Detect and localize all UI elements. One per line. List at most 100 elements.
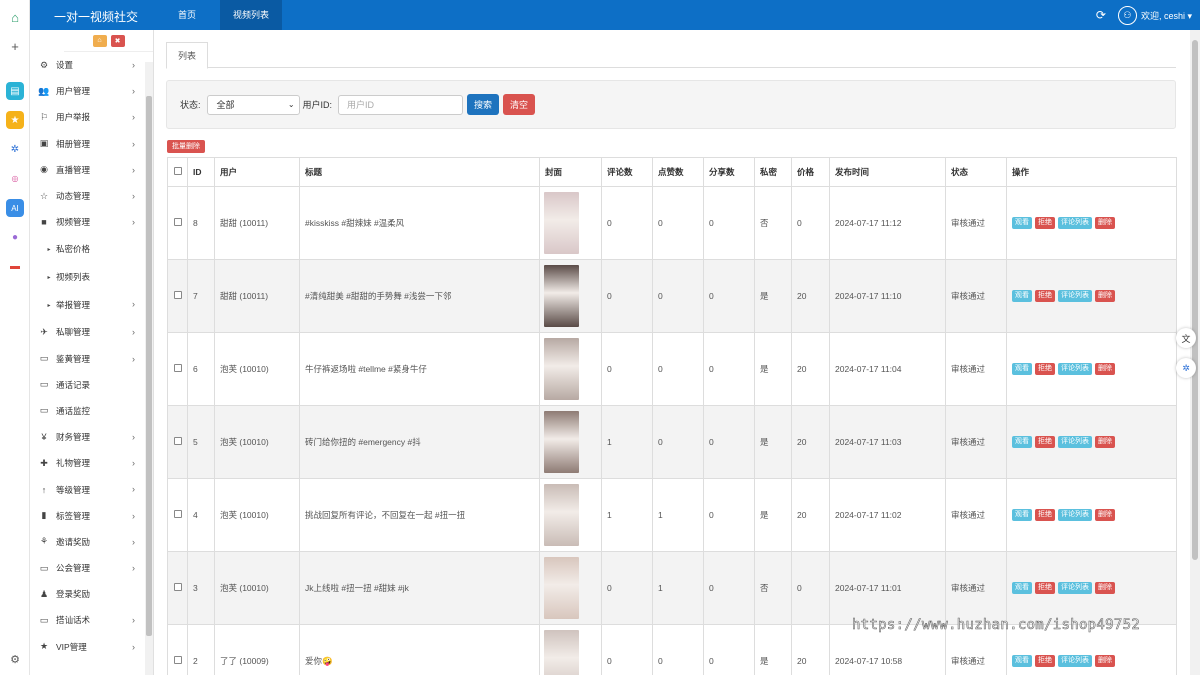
view-button[interactable]: 观看 xyxy=(1012,582,1032,594)
cover-thumbnail[interactable] xyxy=(544,192,579,254)
view-button[interactable]: 观看 xyxy=(1012,363,1032,375)
sidebar-item-12[interactable]: ▭ 通话记录 xyxy=(30,372,153,398)
batch-delete-button[interactable]: 批量删除 xyxy=(167,140,205,153)
cover-thumbnail[interactable] xyxy=(544,630,579,675)
delete-button[interactable]: 删除 xyxy=(1095,363,1115,375)
ai-circle-app-icon[interactable]: ◎ xyxy=(6,169,24,187)
settings-icon[interactable]: ⚙ xyxy=(6,650,24,668)
sidebar-item-0[interactable]: ⚙ 设置 › xyxy=(30,52,153,78)
plus-icon[interactable]: + xyxy=(6,37,24,55)
row-select-cell[interactable] xyxy=(167,259,188,333)
sidebar-item-20[interactable]: ♟ 登录奖励 xyxy=(30,581,153,607)
reject-button[interactable]: 拒绝 xyxy=(1035,363,1055,375)
sidebar-item-19[interactable]: ▭ 公会管理 › xyxy=(30,555,153,581)
cover-thumbnail[interactable] xyxy=(544,265,579,327)
row-select-cell[interactable] xyxy=(167,624,188,675)
cover-thumbnail[interactable] xyxy=(544,411,579,473)
sidebar-item-10[interactable]: ✈ 私聊管理 › xyxy=(30,319,153,345)
chat-app-icon[interactable]: ● xyxy=(6,228,24,246)
sidebar-item-3[interactable]: ▣ 相册管理 › xyxy=(30,131,153,157)
sidebar-item-14[interactable]: ¥ 财务管理 › xyxy=(30,424,153,450)
sidebar-item-2[interactable]: ⚐ 用户举报 › xyxy=(30,104,153,130)
delete-button[interactable]: 删除 xyxy=(1095,436,1115,448)
view-button[interactable]: 观看 xyxy=(1012,509,1032,521)
delete-button[interactable]: 删除 xyxy=(1095,509,1115,521)
comment-list-button[interactable]: 评论列表 xyxy=(1058,582,1092,594)
reject-button[interactable]: 拒绝 xyxy=(1035,582,1055,594)
comment-list-button[interactable]: 评论列表 xyxy=(1058,655,1092,667)
delete-button[interactable]: 删除 xyxy=(1095,655,1115,667)
reject-button[interactable]: 拒绝 xyxy=(1035,217,1055,229)
comment-list-button[interactable]: 评论列表 xyxy=(1058,290,1092,302)
view-button[interactable]: 观看 xyxy=(1012,290,1032,302)
page-scroll-thumb[interactable] xyxy=(1192,40,1198,560)
row-checkbox[interactable] xyxy=(173,656,182,664)
row-select-cell[interactable] xyxy=(167,478,188,552)
sidebar-item-4[interactable]: ◉ 直播管理 › xyxy=(30,157,153,183)
row-select-cell[interactable] xyxy=(167,186,188,260)
sidebar-item-11[interactable]: ▭ 鉴黄管理 › xyxy=(30,346,153,372)
select-all-header[interactable] xyxy=(167,157,188,187)
comment-list-button[interactable]: 评论列表 xyxy=(1058,436,1092,448)
comment-list-button[interactable]: 评论列表 xyxy=(1058,363,1092,375)
view-button[interactable]: 观看 xyxy=(1012,436,1032,448)
nav-video-list[interactable]: 视频列表 xyxy=(220,0,283,30)
sidebar-item-17[interactable]: ▮ 标签管理 › xyxy=(30,503,153,529)
cover-thumbnail[interactable] xyxy=(544,338,579,400)
row-checkbox[interactable] xyxy=(173,583,182,591)
avatar[interactable]: ⚇ xyxy=(1117,5,1137,25)
delete-shortcut-button[interactable]: ✖ xyxy=(110,34,125,47)
sidebar-item-8[interactable]: ▸ 视频列表 xyxy=(30,263,153,291)
network-app-icon[interactable]: ✲ xyxy=(6,140,24,158)
refresh-icon[interactable]: ⟳ xyxy=(1096,8,1106,22)
cover-thumbnail[interactable] xyxy=(544,557,579,619)
search-button[interactable]: 搜索 xyxy=(467,94,500,115)
sidebar-item-13[interactable]: ▭ 通话监控 xyxy=(30,398,153,424)
view-button[interactable]: 观看 xyxy=(1012,217,1032,229)
page-scrollbar[interactable] xyxy=(1190,30,1200,675)
sidebar-item-7[interactable]: ▸ 私密价格 xyxy=(30,235,153,263)
reject-button[interactable]: 拒绝 xyxy=(1035,655,1055,667)
sidebar-item-1[interactable]: 👥 用户管理 › xyxy=(30,78,153,104)
row-checkbox[interactable] xyxy=(173,437,182,445)
row-checkbox[interactable] xyxy=(173,510,182,518)
sidebar-item-5[interactable]: ☆ 动态管理 › xyxy=(30,183,153,209)
app-icon-1[interactable]: ▤ xyxy=(6,82,24,100)
welcome-text[interactable]: 欢迎, ceshi ▾ xyxy=(1141,9,1192,22)
row-select-cell[interactable] xyxy=(167,405,188,479)
uid-input[interactable]: 用户ID xyxy=(338,94,464,115)
row-checkbox[interactable] xyxy=(173,218,182,226)
cover-thumbnail[interactable] xyxy=(544,484,579,546)
translate-icon[interactable]: 文 xyxy=(1176,328,1196,348)
network-float-icon[interactable]: ✲ xyxy=(1176,358,1196,378)
delete-button[interactable]: 删除 xyxy=(1095,217,1115,229)
sidebar-item-6[interactable]: ■ 视频管理 › xyxy=(30,209,153,235)
tab-list[interactable]: 列表 xyxy=(166,42,209,69)
reject-button[interactable]: 拒绝 xyxy=(1035,509,1055,521)
sidebar-item-21[interactable]: ▭ 搭讪话术 › xyxy=(30,607,153,633)
game-app-icon[interactable]: ▬ xyxy=(6,257,24,275)
row-checkbox[interactable] xyxy=(173,291,182,299)
star-app-icon[interactable]: ★ xyxy=(6,111,24,129)
sidebar-item-15[interactable]: ✚ 礼物管理 › xyxy=(30,450,153,476)
sidebar-item-9[interactable]: ▸ 举报管理 › xyxy=(30,291,153,319)
row-select-cell[interactable] xyxy=(167,551,188,625)
sidebar-item-16[interactable]: ↑ 等级管理 › xyxy=(30,476,153,502)
comment-list-button[interactable]: 评论列表 xyxy=(1058,509,1092,521)
status-select[interactable]: 全部 ⌄ xyxy=(206,94,300,115)
home-icon[interactable]: ⌂ xyxy=(6,8,24,26)
delete-button[interactable]: 删除 xyxy=(1095,582,1115,594)
nav-home[interactable]: 首页 xyxy=(165,0,209,30)
select-all-checkbox[interactable] xyxy=(173,167,182,175)
sidebar-scroll-thumb[interactable] xyxy=(146,96,152,636)
comment-list-button[interactable]: 评论列表 xyxy=(1058,217,1092,229)
view-button[interactable]: 观看 xyxy=(1012,655,1032,667)
row-select-cell[interactable] xyxy=(167,332,188,406)
home-shortcut-button[interactable]: ⌂ xyxy=(92,34,107,47)
delete-button[interactable]: 删除 xyxy=(1095,290,1115,302)
ai-app-icon[interactable]: AI xyxy=(6,199,24,217)
reject-button[interactable]: 拒绝 xyxy=(1035,436,1055,448)
reject-button[interactable]: 拒绝 xyxy=(1035,290,1055,302)
sidebar-item-18[interactable]: ⚘ 邀请奖励 › xyxy=(30,529,153,555)
row-checkbox[interactable] xyxy=(173,364,182,372)
